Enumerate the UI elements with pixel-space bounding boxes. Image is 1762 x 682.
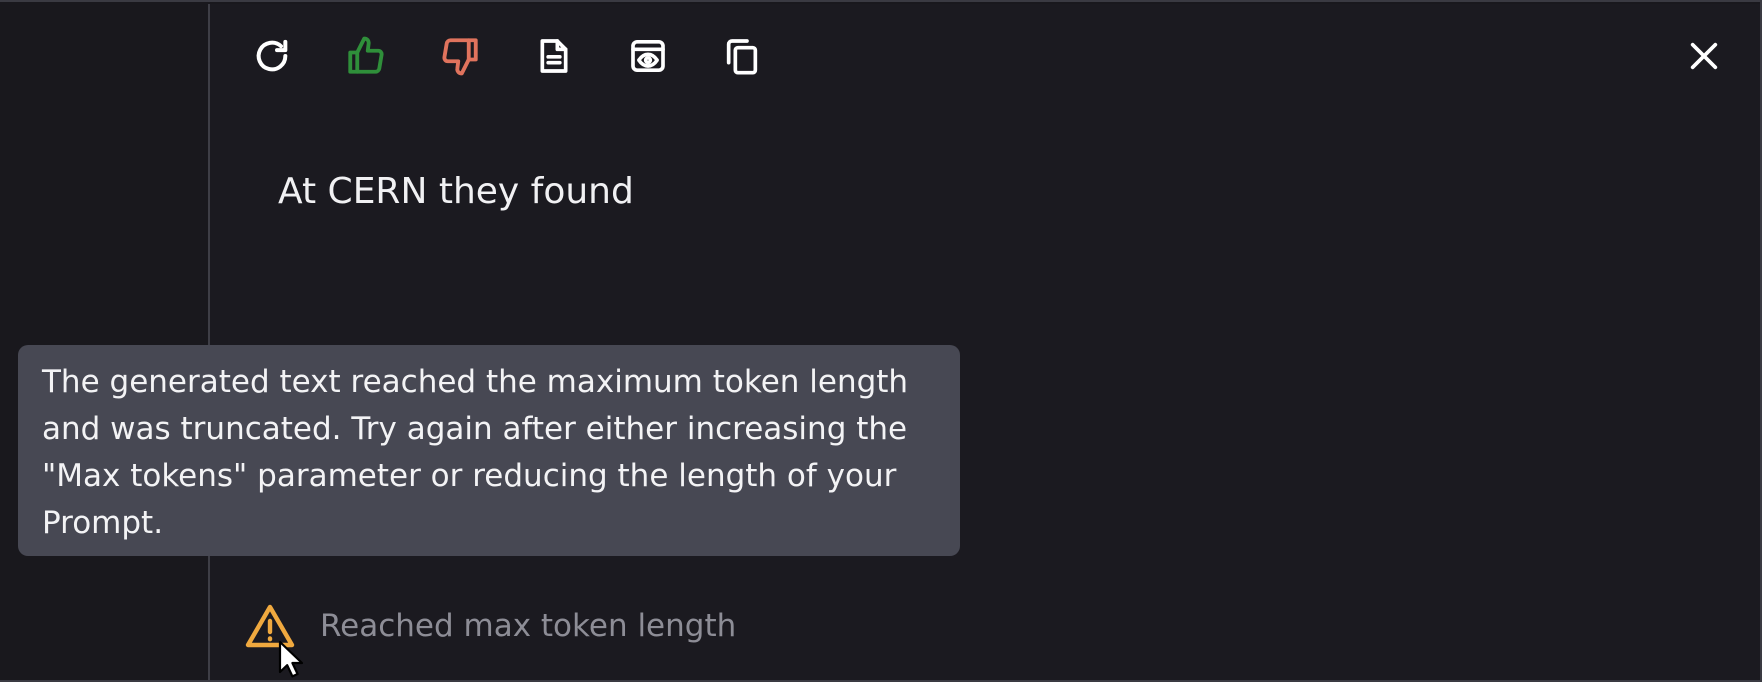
thumbs-down-button[interactable] [432, 28, 488, 84]
regenerate-button[interactable] [244, 28, 300, 84]
thumbs-down-icon [442, 38, 478, 76]
refresh-icon [256, 39, 288, 72]
copy-icon [726, 39, 758, 75]
close-icon [1690, 42, 1718, 70]
generated-output-text: At CERN they found [278, 171, 634, 212]
app-frame: At CERN they found The generated text re… [0, 0, 1762, 682]
thumbs-up-button[interactable] [338, 28, 394, 84]
copy-button[interactable] [714, 28, 770, 84]
thumbs-up-icon [348, 36, 384, 74]
document-icon [540, 39, 568, 73]
preview-button[interactable] [620, 28, 676, 84]
output-panel [210, 4, 1760, 680]
view-raw-button[interactable] [526, 28, 582, 84]
left-pane [0, 4, 208, 680]
close-button[interactable] [1676, 28, 1732, 84]
preview-icon [631, 40, 665, 72]
mouse-cursor-icon [278, 640, 304, 682]
warning-label: Reached max token length [320, 608, 737, 644]
max-token-warning: Reached max token length [244, 598, 736, 654]
truncation-tooltip: The generated text reached the maximum t… [18, 345, 960, 556]
